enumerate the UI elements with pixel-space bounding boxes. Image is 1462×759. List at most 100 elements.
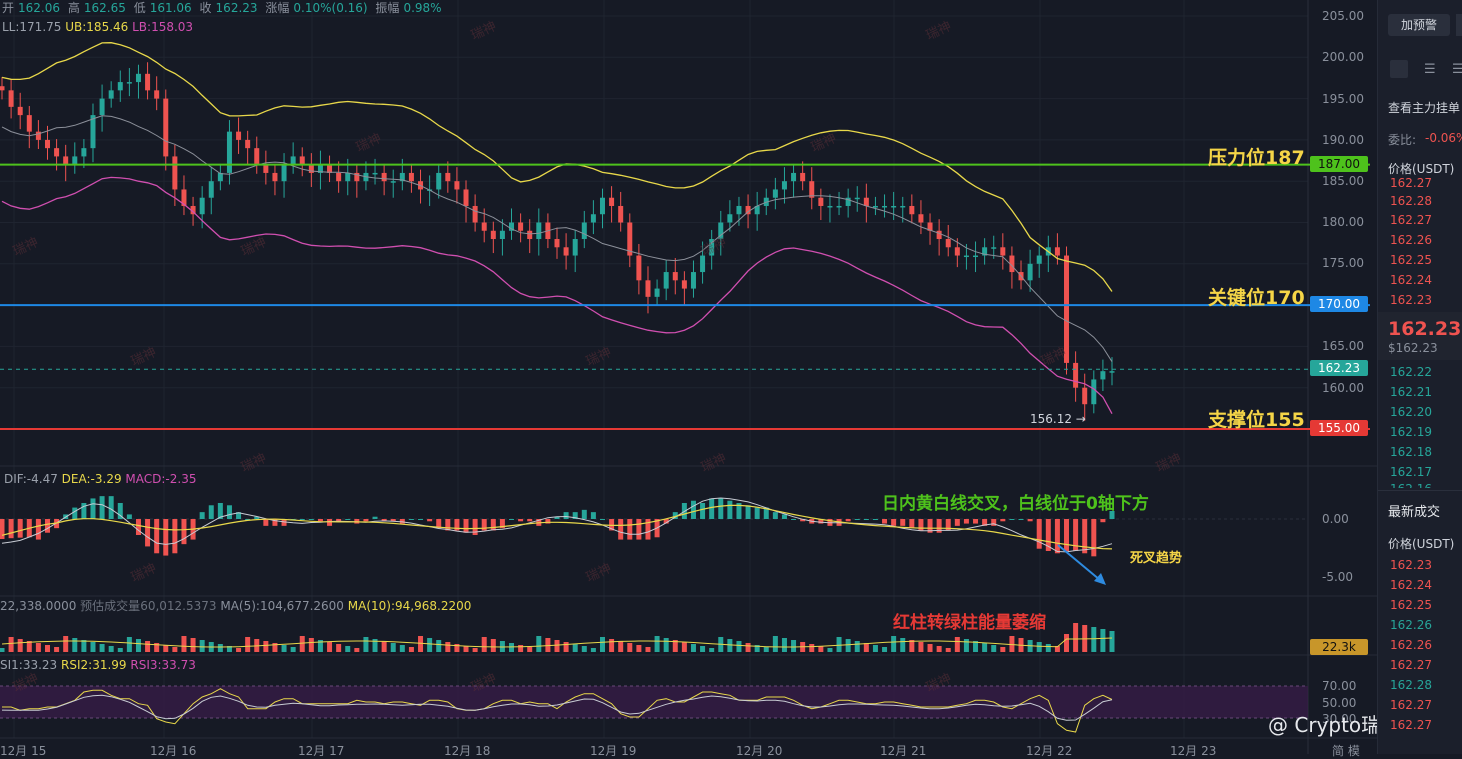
macd-histogram-bar <box>863 519 869 520</box>
price-header: 价格(USDT) <box>1388 162 1455 176</box>
volume-bar <box>399 645 405 652</box>
volume-bar <box>63 636 69 652</box>
macd-histogram-bar <box>909 519 915 529</box>
more-button[interactable] <box>1456 14 1462 36</box>
candle-body <box>381 172 387 182</box>
candle-body <box>226 131 232 173</box>
macd-histogram-bar <box>44 519 50 533</box>
volume-bar <box>827 648 833 652</box>
volume-bar <box>681 642 687 652</box>
volume-bar <box>927 644 933 652</box>
macd-histogram-bar <box>8 519 14 539</box>
volume-bar <box>245 637 251 652</box>
volume-bar <box>1064 634 1070 652</box>
volume-bar <box>636 645 642 652</box>
candle-body <box>345 172 351 182</box>
bid-price[interactable]: 162.22 <box>1390 365 1432 379</box>
macd-histogram-bar <box>181 519 187 545</box>
macd-histogram-bar <box>1018 519 1024 520</box>
orderbook-asks-icon[interactable]: ☰ <box>1452 62 1462 77</box>
volume-bar <box>181 636 187 652</box>
bid-price[interactable]: 162.20 <box>1390 405 1432 419</box>
candle-body <box>208 181 214 198</box>
orderbook-title[interactable]: 查看主力挂单 <box>1388 99 1460 116</box>
low-marker: 156.12 → <box>1030 412 1086 426</box>
candle-body <box>281 164 287 182</box>
volume-bar <box>44 645 50 652</box>
macd-annotation: 日内黄白线交叉，白线位于0轴下方 <box>882 494 1149 514</box>
volume-bar <box>481 637 487 652</box>
bid-price[interactable]: 162.21 <box>1390 385 1432 399</box>
axis-corner[interactable]: 简 模 <box>1332 742 1360 759</box>
volume-bar <box>809 644 815 652</box>
macd-histogram-bar <box>99 496 105 519</box>
volume-bar <box>572 644 578 652</box>
macd-histogram-bar <box>1064 519 1070 551</box>
candle-body <box>973 255 979 258</box>
volume-bar <box>745 643 751 652</box>
candle-body <box>81 148 87 157</box>
candle-body <box>954 247 960 256</box>
bid-price[interactable]: 162.18 <box>1390 445 1432 459</box>
orderbook-both-icon[interactable] <box>1390 60 1408 78</box>
price-axis-tick: 195.00 <box>1322 92 1364 106</box>
change-value: 0.10%(0.16) <box>293 1 368 15</box>
trade-price: 162.27 <box>1390 718 1432 732</box>
candle-body <box>554 239 560 248</box>
volume-bar <box>609 639 615 652</box>
key-price-tag: 170.00 <box>1310 296 1368 312</box>
macd-histogram-bar <box>690 500 696 519</box>
ask-price[interactable]: 162.26 <box>1390 233 1432 247</box>
candle-body <box>108 90 114 99</box>
macd-histogram-bar <box>35 519 41 540</box>
ratio-value: -0.06% <box>1425 131 1462 145</box>
volume-bar <box>1091 627 1097 652</box>
candle-body <box>299 156 305 165</box>
macd-histogram-bar <box>345 519 351 520</box>
trades-title[interactable]: 最新成交 <box>1388 501 1440 520</box>
bid-price[interactable]: 162.16 <box>1390 482 1432 488</box>
macd-histogram-bar <box>718 498 724 519</box>
bid-price[interactable]: 162.17 <box>1390 465 1432 479</box>
candle-body <box>854 197 860 200</box>
candle-body <box>791 172 797 182</box>
candle-body <box>90 115 96 149</box>
macd-histogram-bar <box>854 519 860 520</box>
macd-histogram-bar <box>263 519 269 526</box>
add-alert-button[interactable]: 加预警 <box>1388 14 1450 36</box>
trades-price-header: 价格(USDT) <box>1388 537 1455 551</box>
volume-bar <box>527 647 533 652</box>
sidebar-divider <box>1378 490 1462 491</box>
volume-bar <box>172 647 178 652</box>
ask-price[interactable]: 162.25 <box>1390 253 1432 267</box>
volume-bar <box>490 639 496 652</box>
macd-histogram-bar <box>527 519 533 522</box>
ask-price[interactable]: 162.28 <box>1390 194 1432 208</box>
ask-price[interactable]: 162.23 <box>1390 293 1432 307</box>
trend-arrow-head <box>1094 573 1106 585</box>
ratio-label: 委比: <box>1388 133 1417 147</box>
low-value: 161.06 <box>149 1 192 15</box>
candle-body <box>199 197 205 215</box>
support-annotation: 支撑位155 <box>1208 409 1305 431</box>
ask-price[interactable]: 162.24 <box>1390 273 1432 287</box>
chart-canvas[interactable] <box>0 0 1377 754</box>
trade-price: 162.27 <box>1390 658 1432 672</box>
macd-histogram-bar <box>754 507 760 519</box>
volume-bar <box>727 639 733 652</box>
bid-price[interactable]: 162.19 <box>1390 425 1432 439</box>
macd-histogram-bar <box>1091 519 1097 557</box>
volume-bar <box>690 644 696 652</box>
volume-bar <box>518 645 524 652</box>
ask-price[interactable]: 162.27 <box>1390 213 1432 227</box>
ask-price[interactable]: 162.27 <box>1390 176 1432 190</box>
candle-body <box>1036 255 1042 264</box>
candle-body <box>0 86 5 91</box>
macd-histogram-bar <box>727 500 733 519</box>
macd-histogram-bar <box>418 519 424 520</box>
candle-body <box>891 205 897 208</box>
macd-histogram-bar <box>781 514 787 519</box>
macd-histogram-bar <box>518 519 524 522</box>
orderbook-bids-icon[interactable]: ☰ <box>1424 62 1436 77</box>
candle-body <box>63 156 69 165</box>
